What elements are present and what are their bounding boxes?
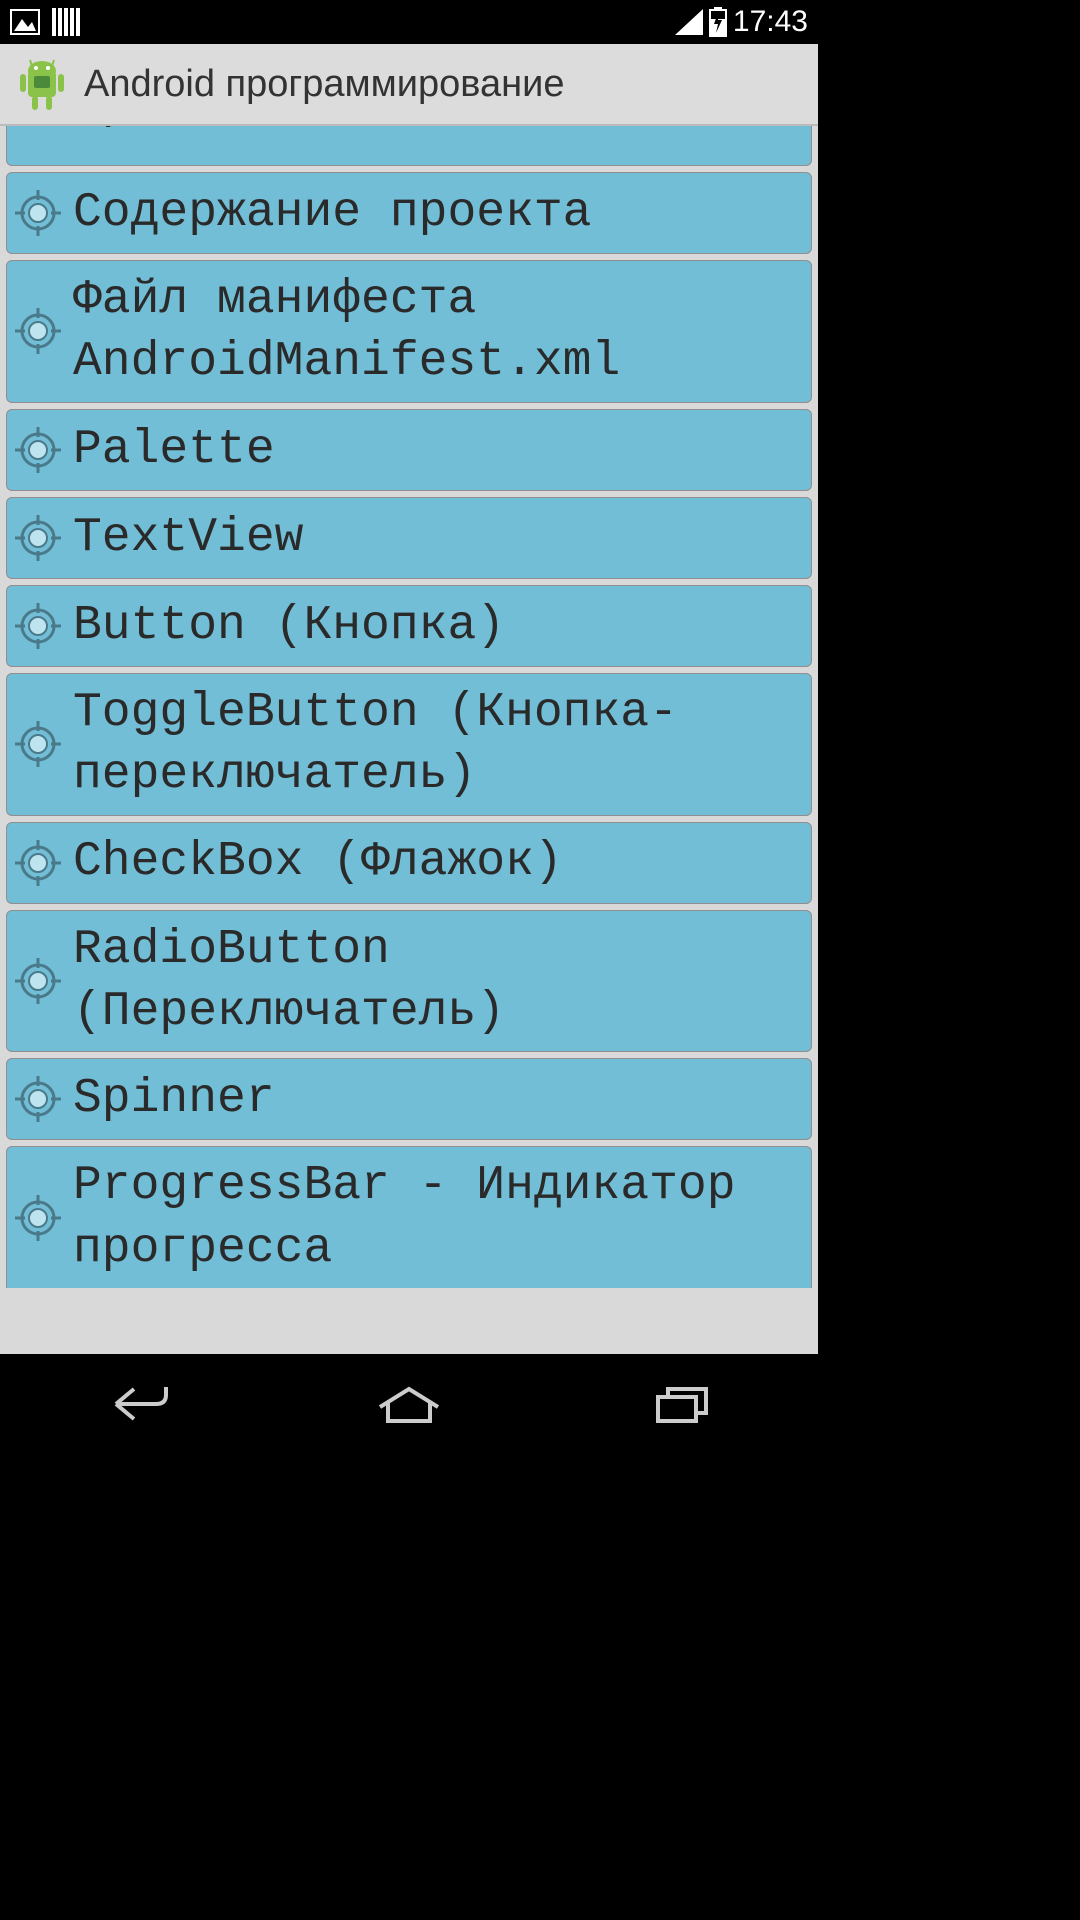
recent-apps-button[interactable]: [637, 1379, 727, 1429]
list-item[interactable]: Spinner: [6, 1058, 812, 1140]
barcode-icon: [52, 8, 80, 36]
list-item[interactable]: RadioButton (Переключатель): [6, 910, 812, 1053]
list-item[interactable]: ProgressBar - Индикатор прогресса: [6, 1146, 812, 1288]
nav-bar: [0, 1354, 818, 1454]
list-item-label: Palette: [73, 419, 275, 481]
list-item[interactable]: Button (Кнопка): [6, 585, 812, 667]
battery-charging-icon: [709, 7, 727, 37]
app-bar: Android программирование: [0, 44, 818, 126]
list-item[interactable]: CheckBox (Флажок): [6, 822, 812, 904]
list-item[interactable]: Файл манифеста AndroidManifest.xml: [6, 260, 812, 403]
list-item[interactable]: Содержание проекта: [6, 172, 812, 254]
list-item-label: Button (Кнопка): [73, 595, 505, 657]
list-item-label: проекта: [13, 126, 275, 136]
signal-icon: [675, 9, 703, 35]
target-icon: [13, 306, 63, 356]
target-icon: [13, 425, 63, 475]
home-button[interactable]: [364, 1379, 454, 1429]
recent-icon: [652, 1383, 712, 1425]
list-item-label: Spinner: [73, 1068, 275, 1130]
target-icon: [13, 1074, 63, 1124]
status-left: [10, 8, 80, 36]
status-right: 17:43: [675, 5, 808, 39]
list-item[interactable]: проекта: [6, 126, 812, 166]
target-icon: [13, 1193, 63, 1243]
list-item-label: Содержание проекта: [73, 182, 591, 244]
content-list[interactable]: проекта Содержание проекта Файл манифест…: [0, 126, 818, 1354]
home-icon: [374, 1383, 444, 1425]
target-icon: [13, 188, 63, 238]
list-item-label: ToggleButton (Кнопка-переключатель): [73, 682, 805, 807]
target-icon: [13, 719, 63, 769]
target-icon: [13, 601, 63, 651]
status-bar: 17:43: [0, 0, 818, 44]
back-button[interactable]: [91, 1379, 181, 1429]
android-logo-icon: [14, 56, 70, 112]
list-item-label: CheckBox (Флажок): [73, 831, 563, 893]
image-icon: [10, 9, 40, 35]
target-icon: [13, 838, 63, 888]
status-time: 17:43: [733, 5, 808, 39]
list-item[interactable]: Palette: [6, 409, 812, 491]
back-icon: [96, 1383, 176, 1425]
list-item-label: Файл манифеста AndroidManifest.xml: [73, 269, 805, 394]
list-item-label: ProgressBar - Индикатор прогресса: [73, 1155, 805, 1280]
list-item-label: TextView: [73, 507, 303, 569]
target-icon: [13, 956, 63, 1006]
list-item[interactable]: ToggleButton (Кнопка-переключатель): [6, 673, 812, 816]
list-item[interactable]: TextView: [6, 497, 812, 579]
app-title: Android программирование: [84, 63, 565, 106]
target-icon: [13, 513, 63, 563]
list-item-label: RadioButton (Переключатель): [73, 919, 805, 1044]
